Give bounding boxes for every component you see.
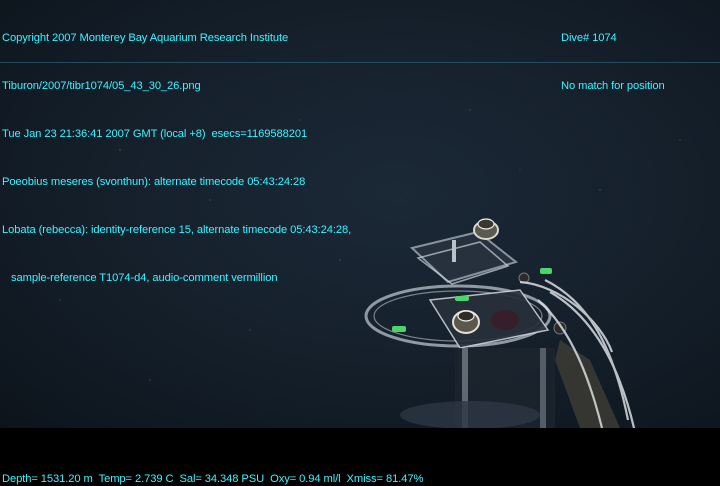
overlay-position-status: No match for position: [561, 80, 665, 92]
overlay-divider: [0, 62, 720, 63]
overlay-header-left: Copyright 2007 Monterey Bay Aquarium Res…: [2, 0, 351, 318]
overlay-dive-number: Dive# 1074: [561, 32, 617, 44]
sampler-body: [400, 340, 620, 428]
overlay-line-copyright: Copyright 2007 Monterey Bay Aquarium Res…: [2, 32, 289, 44]
overlay-line-annotation-3: sample-reference T1074-d4, audio-comment…: [2, 272, 278, 284]
overlay-line-annotation-2: Lobata (rebecca): identity-reference 15,…: [2, 224, 352, 236]
overlay-line-annotation-1: Poeobius meseres (svonthun): alternate t…: [2, 176, 306, 188]
overlay-line-file: Tiburon/2007/tibr1074/05_43_30_26.png: [2, 80, 201, 92]
overlay-line-date: Tue Jan 23 21:36:41 2007 GMT (local +8) …: [2, 128, 308, 140]
overlay-header-right: Dive# 1074 No match for position: [561, 0, 665, 126]
overlay-sensor-readout: Depth= 1531.20 m Temp= 2.739 C Sal= 34.3…: [2, 473, 424, 485]
upper-sampler: [409, 218, 552, 285]
video-frame: Copyright 2007 Monterey Bay Aquarium Res…: [0, 0, 720, 486]
